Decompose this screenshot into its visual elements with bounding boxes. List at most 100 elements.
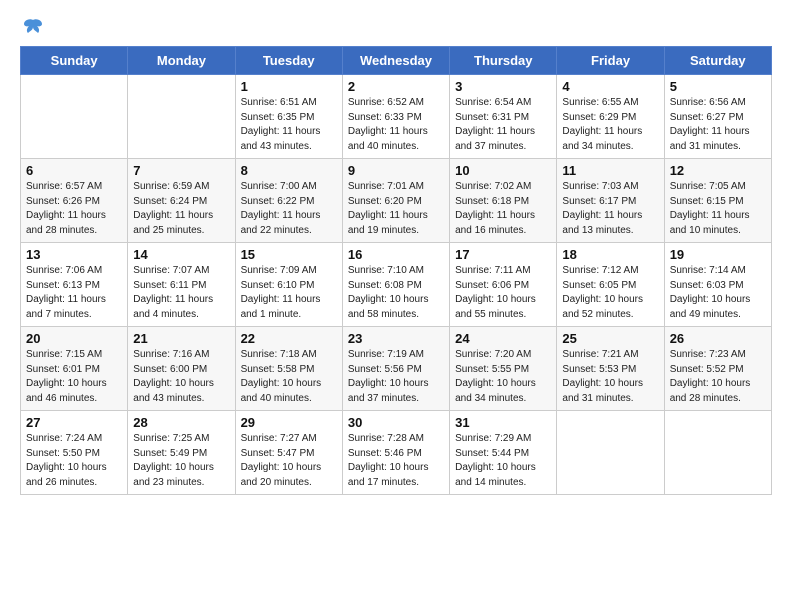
day-number: 6 xyxy=(26,163,122,178)
day-number: 1 xyxy=(241,79,337,94)
cell-info: Sunrise: 6:55 AM Sunset: 6:29 PM Dayligh… xyxy=(562,96,658,154)
day-number: 30 xyxy=(348,415,444,430)
calendar-cell: 25 Sunrise: 7:21 AM Sunset: 5:53 PM Dayli… xyxy=(557,327,664,411)
calendar-cell: 13Sunrise: 7:06 AM Sunset: 6:13 PM Dayli… xyxy=(21,243,128,327)
calendar-cell: 9 Sunrise: 7:01 AM Sunset: 6:20 PM Daylig… xyxy=(342,159,449,243)
cell-info: Sunrise: 7:16 AM Sunset: 6:00 PM Dayligh… xyxy=(133,348,229,406)
day-number: 31 xyxy=(455,415,551,430)
calendar-cell: 24Sunrise: 7:20 AM Sunset: 5:55 PM Dayli… xyxy=(450,327,557,411)
day-number: 22 xyxy=(241,331,337,346)
calendar-cell: 23 Sunrise: 7:19 AM Sunset: 5:56 PM Dayli… xyxy=(342,327,449,411)
day-number: 14 xyxy=(133,247,229,262)
calendar-cell: 11Sunrise: 7:03 AM Sunset: 6:17 PM Dayli… xyxy=(557,159,664,243)
weekday-header-tuesday: Tuesday xyxy=(235,47,342,75)
day-number: 7 xyxy=(133,163,229,178)
calendar-cell: 27 Sunrise: 7:24 AM Sunset: 5:50 PM Dayli… xyxy=(21,411,128,495)
day-number: 25 xyxy=(562,331,658,346)
calendar-cell: 2 Sunrise: 6:52 AM Sunset: 6:33 PM Daylig… xyxy=(342,75,449,159)
cell-info: Sunrise: 7:10 AM Sunset: 6:08 PM Dayligh… xyxy=(348,264,444,322)
calendar-cell: 28 Sunrise: 7:25 AM Sunset: 5:49 PM Dayli… xyxy=(128,411,235,495)
day-number: 8 xyxy=(241,163,337,178)
cell-info: Sunrise: 6:51 AM Sunset: 6:35 PM Dayligh… xyxy=(241,96,337,154)
calendar-cell: 6 Sunrise: 6:57 AM Sunset: 6:26 PM Daylig… xyxy=(21,159,128,243)
day-number: 21 xyxy=(133,331,229,346)
day-number: 3 xyxy=(455,79,551,94)
cell-info: Sunrise: 7:23 AM Sunset: 5:52 PM Dayligh… xyxy=(670,348,766,406)
cell-info: Sunrise: 6:54 AM Sunset: 6:31 PM Dayligh… xyxy=(455,96,551,154)
day-number: 10 xyxy=(455,163,551,178)
cell-info: Sunrise: 7:28 AM Sunset: 5:46 PM Dayligh… xyxy=(348,432,444,490)
weekday-header-friday: Friday xyxy=(557,47,664,75)
calendar-cell: 20 Sunrise: 7:15 AM Sunset: 6:01 PM Dayli… xyxy=(21,327,128,411)
weekday-header-saturday: Saturday xyxy=(664,47,771,75)
cell-info: Sunrise: 7:12 AM Sunset: 6:05 PM Dayligh… xyxy=(562,264,658,322)
header xyxy=(20,16,772,38)
day-number: 29 xyxy=(241,415,337,430)
weekday-header-monday: Monday xyxy=(128,47,235,75)
cell-info: Sunrise: 7:19 AM Sunset: 5:56 PM Dayligh… xyxy=(348,348,444,406)
day-number: 27 xyxy=(26,415,122,430)
cell-info: Sunrise: 7:00 AM Sunset: 6:22 PM Dayligh… xyxy=(241,180,337,238)
calendar-cell: 18 Sunrise: 7:12 AM Sunset: 6:05 PM Dayli… xyxy=(557,243,664,327)
cell-info: Sunrise: 7:07 AM Sunset: 6:11 PM Dayligh… xyxy=(133,264,229,322)
calendar-week-row: 27 Sunrise: 7:24 AM Sunset: 5:50 PM Dayli… xyxy=(21,411,772,495)
calendar-cell: 1 Sunrise: 6:51 AM Sunset: 6:35 PM Daylig… xyxy=(235,75,342,159)
day-number: 23 xyxy=(348,331,444,346)
logo xyxy=(20,20,44,38)
calendar-cell: 29Sunrise: 7:27 AM Sunset: 5:47 PM Dayli… xyxy=(235,411,342,495)
cell-info: Sunrise: 7:06 AM Sunset: 6:13 PM Dayligh… xyxy=(26,264,122,322)
cell-info: Sunrise: 7:29 AM Sunset: 5:44 PM Dayligh… xyxy=(455,432,551,490)
cell-info: Sunrise: 7:14 AM Sunset: 6:03 PM Dayligh… xyxy=(670,264,766,322)
calendar-cell: 4Sunrise: 6:55 AM Sunset: 6:29 PM Daylig… xyxy=(557,75,664,159)
calendar-cell: 19 Sunrise: 7:14 AM Sunset: 6:03 PM Dayli… xyxy=(664,243,771,327)
cell-info: Sunrise: 7:20 AM Sunset: 5:55 PM Dayligh… xyxy=(455,348,551,406)
calendar-week-row: 1 Sunrise: 6:51 AM Sunset: 6:35 PM Daylig… xyxy=(21,75,772,159)
weekday-header-row: SundayMondayTuesdayWednesdayThursdayFrid… xyxy=(21,47,772,75)
cell-info: Sunrise: 6:52 AM Sunset: 6:33 PM Dayligh… xyxy=(348,96,444,154)
cell-info: Sunrise: 7:03 AM Sunset: 6:17 PM Dayligh… xyxy=(562,180,658,238)
cell-info: Sunrise: 7:24 AM Sunset: 5:50 PM Dayligh… xyxy=(26,432,122,490)
calendar-cell: 15 Sunrise: 7:09 AM Sunset: 6:10 PM Dayli… xyxy=(235,243,342,327)
day-number: 17 xyxy=(455,247,551,262)
weekday-header-wednesday: Wednesday xyxy=(342,47,449,75)
cell-info: Sunrise: 7:25 AM Sunset: 5:49 PM Dayligh… xyxy=(133,432,229,490)
calendar-week-row: 6 Sunrise: 6:57 AM Sunset: 6:26 PM Daylig… xyxy=(21,159,772,243)
day-number: 19 xyxy=(670,247,766,262)
day-number: 28 xyxy=(133,415,229,430)
cell-info: Sunrise: 7:15 AM Sunset: 6:01 PM Dayligh… xyxy=(26,348,122,406)
logo-bird-icon xyxy=(22,16,44,38)
calendar-cell: 3 Sunrise: 6:54 AM Sunset: 6:31 PM Daylig… xyxy=(450,75,557,159)
day-number: 20 xyxy=(26,331,122,346)
calendar-cell: 10 Sunrise: 7:02 AM Sunset: 6:18 PM Dayli… xyxy=(450,159,557,243)
calendar-cell: 16 Sunrise: 7:10 AM Sunset: 6:08 PM Dayli… xyxy=(342,243,449,327)
calendar-cell: 30 Sunrise: 7:28 AM Sunset: 5:46 PM Dayli… xyxy=(342,411,449,495)
cell-info: Sunrise: 6:59 AM Sunset: 6:24 PM Dayligh… xyxy=(133,180,229,238)
day-number: 9 xyxy=(348,163,444,178)
cell-info: Sunrise: 7:11 AM Sunset: 6:06 PM Dayligh… xyxy=(455,264,551,322)
day-number: 2 xyxy=(348,79,444,94)
calendar-cell xyxy=(664,411,771,495)
calendar-cell: 22Sunrise: 7:18 AM Sunset: 5:58 PM Dayli… xyxy=(235,327,342,411)
calendar-week-row: 20 Sunrise: 7:15 AM Sunset: 6:01 PM Dayli… xyxy=(21,327,772,411)
calendar-cell xyxy=(557,411,664,495)
cell-info: Sunrise: 7:05 AM Sunset: 6:15 PM Dayligh… xyxy=(670,180,766,238)
cell-info: Sunrise: 6:56 AM Sunset: 6:27 PM Dayligh… xyxy=(670,96,766,154)
calendar-cell xyxy=(21,75,128,159)
calendar-cell: 5 Sunrise: 6:56 AM Sunset: 6:27 PM Daylig… xyxy=(664,75,771,159)
day-number: 15 xyxy=(241,247,337,262)
cell-info: Sunrise: 7:02 AM Sunset: 6:18 PM Dayligh… xyxy=(455,180,551,238)
cell-info: Sunrise: 7:09 AM Sunset: 6:10 PM Dayligh… xyxy=(241,264,337,322)
day-number: 12 xyxy=(670,163,766,178)
calendar-cell xyxy=(128,75,235,159)
calendar-table: SundayMondayTuesdayWednesdayThursdayFrid… xyxy=(20,46,772,495)
day-number: 5 xyxy=(670,79,766,94)
weekday-header-thursday: Thursday xyxy=(450,47,557,75)
calendar-cell: 8 Sunrise: 7:00 AM Sunset: 6:22 PM Daylig… xyxy=(235,159,342,243)
cell-info: Sunrise: 6:57 AM Sunset: 6:26 PM Dayligh… xyxy=(26,180,122,238)
day-number: 18 xyxy=(562,247,658,262)
calendar-cell: 14 Sunrise: 7:07 AM Sunset: 6:11 PM Dayli… xyxy=(128,243,235,327)
day-number: 16 xyxy=(348,247,444,262)
cell-info: Sunrise: 7:21 AM Sunset: 5:53 PM Dayligh… xyxy=(562,348,658,406)
cell-info: Sunrise: 7:01 AM Sunset: 6:20 PM Dayligh… xyxy=(348,180,444,238)
calendar-cell: 26Sunrise: 7:23 AM Sunset: 5:52 PM Dayli… xyxy=(664,327,771,411)
